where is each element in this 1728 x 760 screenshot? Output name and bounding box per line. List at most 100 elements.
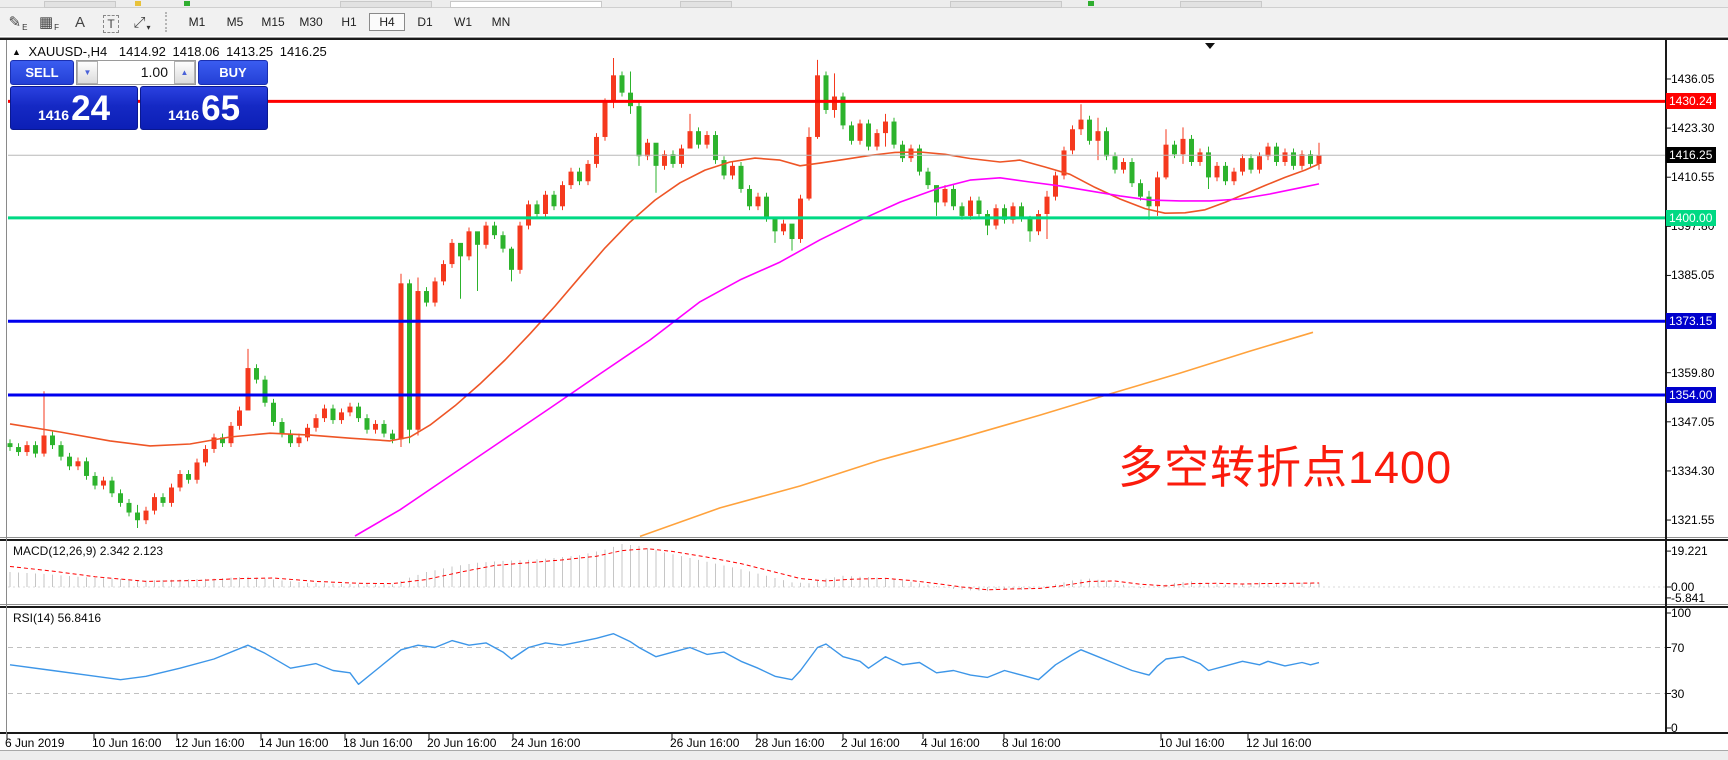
candle-body [739, 166, 744, 189]
volume-stepper: ▼ 1.00 ▲ [76, 60, 196, 85]
price-tick-label: 1436.05 [1671, 72, 1714, 86]
candle-body [246, 368, 251, 410]
candle-body [1274, 147, 1279, 162]
candle-body [790, 224, 795, 239]
candle-body [441, 264, 446, 281]
candle-body [977, 201, 982, 214]
candle-body [705, 135, 710, 145]
candle-body [161, 497, 166, 503]
candle-body [688, 131, 693, 148]
candle-body [985, 214, 990, 226]
candle-body [679, 149, 684, 164]
price-badge-1416.25: 1416.25 [1666, 147, 1716, 163]
sell-price-small: 1416 [38, 104, 69, 126]
candle-body [900, 145, 905, 158]
candle-body [1283, 152, 1288, 162]
candle-body [76, 461, 81, 466]
candle-body [1300, 154, 1305, 166]
time-axis-label: 8 Jul 16:00 [1002, 736, 1061, 750]
candle-body [1104, 131, 1109, 156]
price-tick-label: 1385.05 [1671, 268, 1714, 282]
volume-down-button[interactable]: ▼ [77, 61, 98, 84]
candle-body [1130, 162, 1135, 183]
candle-body [42, 435, 47, 453]
candle-body [832, 97, 837, 110]
candle-body [1181, 139, 1186, 154]
candle-body [1172, 145, 1177, 155]
rsi-scale-label: 0 [1671, 721, 1678, 735]
candle-body [526, 204, 531, 225]
candle-body [484, 226, 489, 245]
candle-body [747, 189, 752, 206]
time-axis-label: 2 Jul 16:00 [841, 736, 900, 750]
candle-body [25, 445, 30, 452]
price-badge-1430.24: 1430.24 [1666, 93, 1716, 109]
buy-button[interactable]: BUY [198, 60, 268, 85]
buy-price-display[interactable]: 1416 65 [140, 86, 268, 130]
candle-body [1079, 120, 1084, 130]
time-axis-label: 6 Jun 2019 [5, 736, 64, 750]
buy-price-big: 65 [201, 92, 240, 126]
price-tick-label: 1321.55 [1671, 513, 1714, 527]
candle-body [93, 476, 98, 486]
candle-body [305, 428, 310, 438]
candle-body [1223, 166, 1228, 181]
candle-body [237, 410, 242, 425]
candle-body [169, 487, 174, 502]
candle-body [560, 185, 565, 206]
sell-price-display[interactable]: 1416 24 [10, 86, 138, 130]
candle-body [662, 154, 667, 166]
candle-body [535, 204, 540, 214]
candle-body [611, 75, 616, 102]
candle-body [314, 418, 319, 428]
candle-body [764, 197, 769, 218]
sell-button[interactable]: SELL [10, 60, 74, 85]
candle-body [696, 131, 701, 144]
candle-body [339, 412, 344, 420]
candle-body [1070, 129, 1075, 150]
candle-body [280, 422, 285, 434]
candle-body [1291, 152, 1296, 165]
candle-body [586, 164, 591, 181]
panel-separator [0, 732, 1728, 734]
low-value: 1413.25 [226, 44, 273, 59]
time-axis-label: 24 Jun 16:00 [511, 736, 580, 750]
candle-body [552, 195, 557, 207]
candle-body [824, 75, 829, 110]
candle-body [195, 462, 200, 479]
panel-separator [0, 537, 1728, 538]
panel-separator[interactable] [0, 606, 1728, 608]
collapse-panel-icon[interactable]: ▲ [12, 47, 21, 57]
candle-body [1164, 145, 1169, 178]
candle-body [1028, 218, 1033, 231]
candle-body [722, 160, 727, 175]
macd-scale-label: 19.221 [1671, 544, 1708, 558]
candle-body [348, 407, 353, 413]
panel-separator[interactable] [0, 539, 1728, 541]
candle-body [467, 231, 472, 256]
price-tick-label: 1347.05 [1671, 415, 1714, 429]
candle-body [1240, 158, 1245, 171]
price-badge-1373.15: 1373.15 [1666, 313, 1716, 329]
candle-body [373, 424, 378, 430]
candle-body [1232, 172, 1237, 182]
candle-body [1249, 158, 1254, 170]
time-axis-label: 14 Jun 16:00 [259, 736, 328, 750]
time-axis-label: 28 Jun 16:00 [755, 736, 824, 750]
candle-body [849, 125, 854, 140]
candle-body [365, 418, 370, 430]
volume-input[interactable]: 1.00 [98, 61, 174, 84]
frame-line [0, 38, 1728, 40]
candle-body [110, 481, 115, 494]
candle-body [1019, 206, 1024, 218]
time-axis-label: 12 Jul 16:00 [1246, 736, 1311, 750]
rsi-scale-label: 30 [1671, 687, 1684, 701]
candle-body [382, 424, 387, 434]
candle-body [1045, 197, 1050, 214]
time-axis-label: 10 Jul 16:00 [1159, 736, 1224, 750]
candle-body [1096, 131, 1101, 141]
volume-up-button[interactable]: ▲ [174, 61, 195, 84]
candle-body [628, 93, 633, 106]
candle-body [152, 497, 157, 510]
price-badge-1400.00: 1400.00 [1666, 210, 1716, 226]
